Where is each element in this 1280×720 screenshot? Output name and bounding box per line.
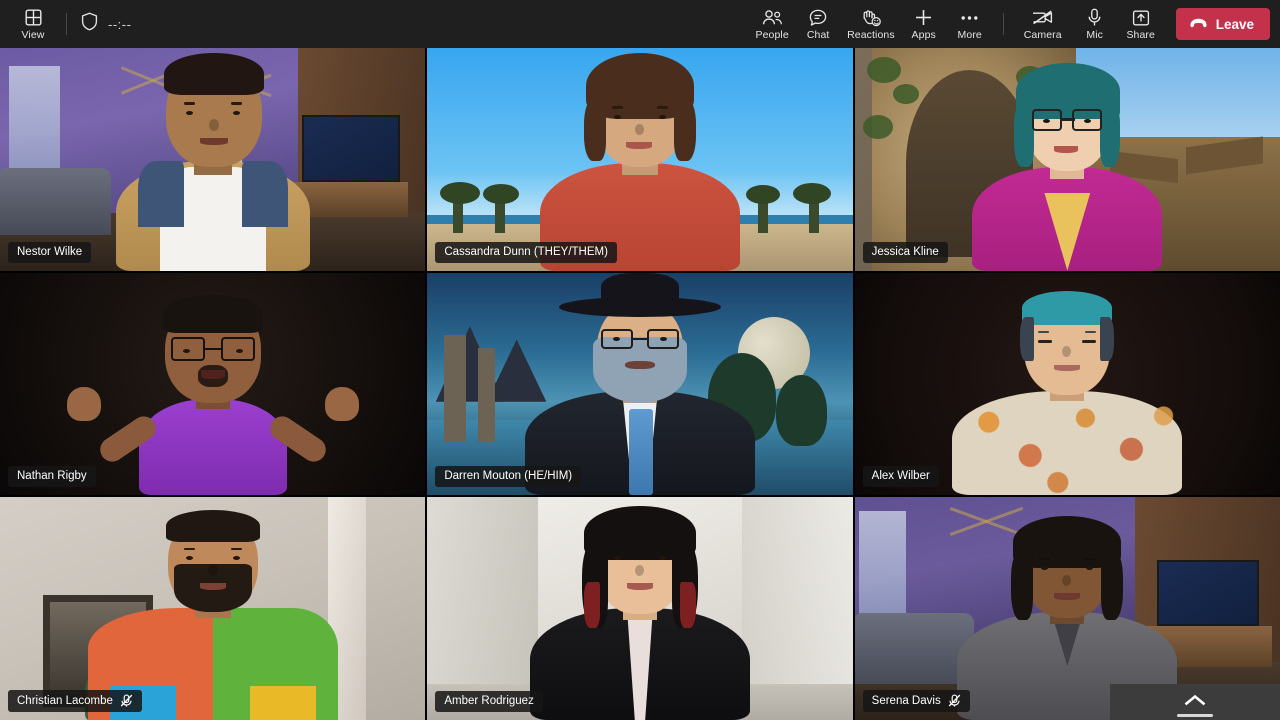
apps-button-label: Apps [912, 29, 936, 41]
home-indicator [1177, 714, 1213, 717]
more-button-label: More [958, 29, 982, 41]
reactions-button-label: Reactions [847, 29, 895, 41]
shield-icon [81, 12, 98, 36]
mic-toggle-button[interactable]: Mic [1072, 2, 1118, 46]
toolbar-divider [66, 13, 67, 35]
toolbar-divider-media [1003, 13, 1004, 35]
participant-tile-active-speaker[interactable]: Alex Wilber [855, 273, 1280, 496]
chevron-up-icon [1184, 693, 1206, 711]
participant-nameplate: Nathan Rigby [8, 466, 96, 487]
avatar-scene [0, 273, 425, 496]
apps-plus-icon [914, 7, 933, 28]
participant-nameplate: Jessica Kline [863, 242, 948, 263]
participant-nameplate: Alex Wilber [863, 466, 939, 487]
participant-name: Christian Lacombe [17, 695, 113, 707]
mic-muted-icon [120, 694, 133, 707]
microphone-icon [1087, 7, 1102, 28]
meeting-toolbar: View --:-- [0, 0, 1280, 48]
toolbar-right-group: People Chat [749, 2, 1270, 46]
apps-button[interactable]: Apps [901, 2, 947, 46]
participant-tile[interactable]: Amber Rodriguez [427, 497, 852, 720]
participant-name: Nestor Wilke [17, 246, 82, 258]
avatar-scene [427, 273, 852, 496]
meeting-timer: --:-- [108, 17, 131, 32]
participant-tile[interactable]: Cassandra Dunn (THEY/THEM) [427, 48, 852, 271]
view-button-label: View [22, 29, 45, 41]
avatar-scene [0, 48, 425, 271]
avatar-scene [855, 273, 1280, 496]
meeting-window: View --:-- [0, 0, 1280, 720]
chat-icon [809, 7, 827, 28]
expand-tray-button[interactable] [1110, 684, 1280, 720]
participant-name: Darren Mouton (HE/HIM) [444, 470, 572, 482]
chat-button[interactable]: Chat [795, 2, 841, 46]
mic-button-label: Mic [1086, 29, 1103, 41]
leave-button-label: Leave [1216, 17, 1254, 32]
participant-name: Serena Davis [872, 695, 941, 707]
view-button[interactable]: View [10, 2, 56, 46]
reactions-button[interactable]: Reactions [841, 2, 901, 46]
avatar-scene [0, 497, 425, 720]
participant-name: Cassandra Dunn (THEY/THEM) [444, 246, 608, 258]
mic-muted-icon [948, 694, 961, 707]
leave-button[interactable]: Leave [1176, 8, 1270, 40]
participant-tile[interactable]: Jessica Kline [855, 48, 1280, 271]
camera-toggle-button[interactable]: Camera [1014, 2, 1072, 46]
participant-nameplate: Amber Rodriguez [435, 691, 542, 712]
share-button-label: Share [1126, 29, 1155, 41]
participant-tile[interactable]: Christian Lacombe [0, 497, 425, 720]
participant-nameplate: Serena Davis [863, 690, 970, 712]
people-button[interactable]: People [749, 2, 795, 46]
more-button[interactable]: More [947, 2, 993, 46]
meeting-status-group: --:-- [77, 12, 135, 36]
people-icon [762, 7, 783, 28]
toolbar-left-group: View --:-- [10, 2, 135, 46]
chat-button-label: Chat [807, 29, 830, 41]
participant-name: Alex Wilber [872, 470, 930, 482]
participant-nameplate: Cassandra Dunn (THEY/THEM) [435, 242, 617, 263]
camera-off-icon [1031, 7, 1054, 28]
participant-grid: Nestor Wilke [0, 48, 1280, 720]
avatar-scene [427, 497, 852, 720]
people-button-label: People [755, 29, 788, 41]
camera-button-label: Camera [1024, 29, 1062, 41]
participant-nameplate: Darren Mouton (HE/HIM) [435, 466, 581, 487]
participant-name: Nathan Rigby [17, 470, 87, 482]
participant-nameplate: Christian Lacombe [8, 690, 142, 712]
participant-name: Amber Rodriguez [444, 695, 533, 707]
participant-tile[interactable]: Nathan Rigby [0, 273, 425, 496]
reactions-icon [861, 7, 881, 28]
participant-name: Jessica Kline [872, 246, 939, 258]
avatar-scene [427, 48, 852, 271]
participant-tile[interactable]: Nestor Wilke [0, 48, 425, 271]
share-button[interactable]: Share [1118, 2, 1164, 46]
share-upload-icon [1132, 7, 1150, 28]
participant-tile[interactable]: Darren Mouton (HE/HIM) [427, 273, 852, 496]
grid-view-icon [25, 7, 42, 28]
more-ellipsis-icon [960, 7, 979, 28]
hangup-icon [1189, 17, 1208, 32]
avatar-scene [855, 48, 1280, 271]
participant-nameplate: Nestor Wilke [8, 242, 91, 263]
